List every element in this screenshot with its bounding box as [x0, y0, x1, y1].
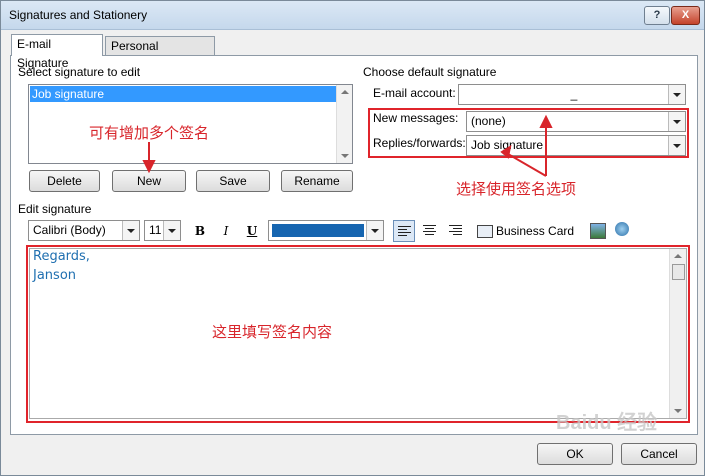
tab-email-signature[interactable]: E-mail Signature	[11, 34, 103, 70]
baidu-watermark: Baidu 经验	[556, 412, 658, 434]
signatures-dialog: Signatures and Stationery ? X E-mail Sig…	[0, 0, 705, 476]
arrow-head-icon	[539, 114, 553, 128]
arrow-head-icon	[500, 144, 512, 159]
arrow-line	[507, 153, 547, 177]
arrow-head-icon	[142, 160, 156, 174]
annotation-arrows	[142, 114, 553, 177]
